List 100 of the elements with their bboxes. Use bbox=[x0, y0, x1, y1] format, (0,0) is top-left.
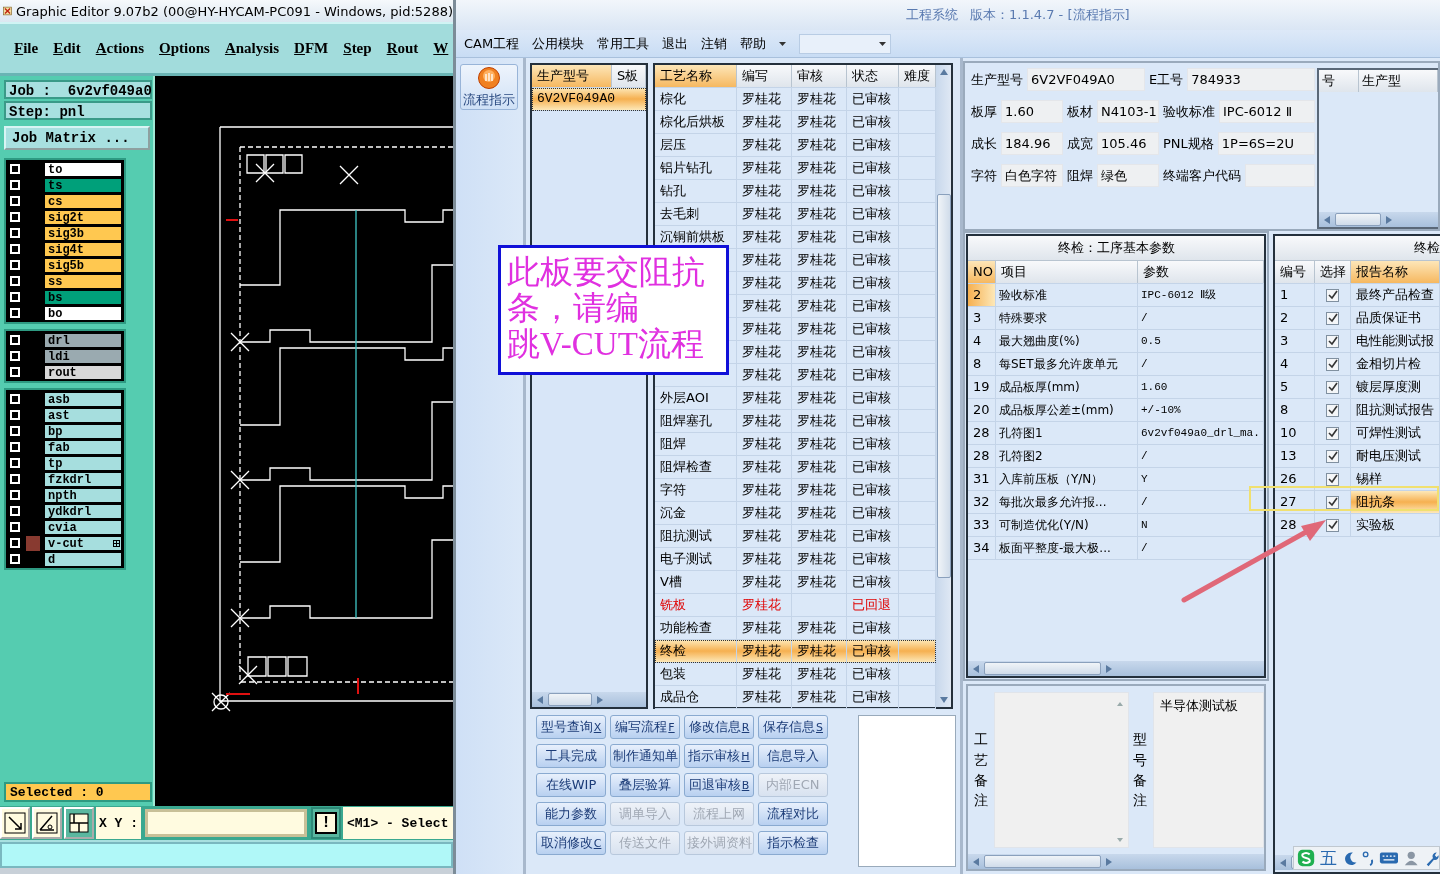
table-row[interactable]: 外层AOI 罗桂花 罗桂花 已审核 bbox=[655, 387, 936, 410]
input-method-toolbar[interactable]: 五 bbox=[1293, 846, 1440, 870]
text-field[interactable]: N4103-1 bbox=[1097, 100, 1159, 123]
menu-item[interactable]: 公用模块 bbox=[532, 34, 585, 53]
table-row[interactable]: 阻焊检查 罗桂花 罗桂花 已审核 bbox=[655, 456, 936, 479]
column-header[interactable]: 生产型 bbox=[1359, 70, 1438, 92]
column-header[interactable]: 难度 bbox=[899, 65, 936, 87]
table-row[interactable]: 层压 罗桂花 罗桂花 已审核 bbox=[655, 134, 936, 157]
action-button[interactable]: 叠层验算 bbox=[610, 773, 680, 797]
text-field[interactable]: 1.60 bbox=[1001, 100, 1063, 123]
coordinate-input-field[interactable] bbox=[145, 809, 307, 837]
checkbox[interactable] bbox=[1326, 380, 1339, 394]
checkbox[interactable] bbox=[1326, 311, 1339, 325]
table-row[interactable]: 电子测试 罗桂花 罗桂花 已审核 bbox=[655, 548, 936, 571]
table-cell[interactable]: 4 bbox=[968, 330, 996, 352]
table-cell[interactable]: 电性能测试报 bbox=[1351, 330, 1440, 352]
column-header[interactable]: 报告名称 bbox=[1351, 261, 1440, 283]
table-row[interactable]: V槽 罗桂花 罗桂花 已审核 bbox=[655, 571, 936, 594]
table-cell[interactable]: 28 bbox=[968, 445, 996, 467]
table-cell[interactable]: 实验板 bbox=[1351, 514, 1440, 536]
table-cell[interactable]: 3 bbox=[968, 307, 996, 329]
column-header[interactable]: NO bbox=[968, 261, 996, 283]
column-header[interactable]: 选择 bbox=[1315, 261, 1351, 283]
scrollbar[interactable] bbox=[1319, 212, 1438, 227]
layer-name[interactable]: to bbox=[44, 161, 122, 177]
table-row[interactable]: 钻孔 罗桂花 罗桂花 已审核 bbox=[655, 180, 936, 203]
flow-guide-button[interactable]: 流程指示 bbox=[460, 64, 518, 110]
column-header[interactable]: 生产型号 bbox=[532, 65, 612, 87]
right-arrow-icon[interactable] bbox=[1105, 856, 1114, 867]
table-cell[interactable]: 镀层厚度测 bbox=[1351, 376, 1440, 398]
table-cell[interactable]: 33 bbox=[968, 514, 996, 536]
left-arrow-icon[interactable] bbox=[972, 856, 980, 867]
menu-item[interactable]: File bbox=[14, 40, 39, 57]
layer-name[interactable]: asb bbox=[44, 391, 122, 407]
table-cell[interactable]: 2 bbox=[968, 284, 996, 306]
column-header[interactable]: 号 bbox=[1319, 70, 1359, 92]
layer-name[interactable]: bo bbox=[44, 305, 122, 321]
menu-item[interactable]: W bbox=[433, 40, 449, 57]
menu-item[interactable]: Edit bbox=[53, 40, 81, 57]
right-arrow-icon[interactable] bbox=[1105, 663, 1114, 674]
input-mode-label[interactable]: 五 bbox=[1320, 846, 1338, 870]
table-cell[interactable]: 8 bbox=[968, 353, 996, 375]
layer-name[interactable]: d bbox=[44, 551, 122, 567]
left-arrow-icon[interactable] bbox=[536, 694, 544, 705]
layer-name[interactable]: fab bbox=[44, 439, 122, 455]
menu-item[interactable]: CAM工程 bbox=[464, 34, 520, 53]
action-button[interactable]: 工具完成 bbox=[536, 744, 606, 768]
table-row[interactable]: 字符 罗桂花 罗桂花 已审核 bbox=[655, 479, 936, 502]
table-cell[interactable]: 最终产品检查 bbox=[1351, 284, 1440, 306]
layer-name[interactable]: ydkdrl bbox=[44, 503, 122, 519]
action-button[interactable]: 能力参数 bbox=[536, 802, 606, 826]
column-header[interactable]: 编号 bbox=[1275, 261, 1315, 283]
text-field[interactable]: 6V2VF049A0 bbox=[1027, 68, 1145, 91]
layer-name[interactable]: bp bbox=[44, 423, 122, 439]
layer-name[interactable]: ldi bbox=[44, 348, 122, 364]
scrollbar[interactable] bbox=[968, 661, 1264, 676]
table-row[interactable]: 包装 罗桂花 罗桂花 已审核 bbox=[655, 663, 936, 686]
table-row[interactable]: 阻焊塞孔 罗桂花 罗桂花 已审核 bbox=[655, 410, 936, 433]
table-row[interactable]: 沉金 罗桂花 罗桂花 已审核 bbox=[655, 502, 936, 525]
checkbox[interactable] bbox=[1326, 518, 1339, 532]
scrollbar[interactable] bbox=[532, 692, 646, 707]
checkbox[interactable] bbox=[1326, 357, 1339, 371]
table-cell[interactable]: 阻抗测试报告 bbox=[1351, 399, 1440, 421]
layer-name[interactable]: sig3b bbox=[44, 225, 122, 241]
table-row[interactable]: 棕化后烘板 罗桂花 罗桂花 已审核 bbox=[655, 111, 936, 134]
layer-name[interactable]: drl bbox=[44, 332, 122, 348]
layer-name[interactable]: ss bbox=[44, 273, 122, 289]
layer-name[interactable]: sig2t bbox=[44, 209, 122, 225]
text-field[interactable]: 白色字符 bbox=[1001, 164, 1063, 187]
layer-name[interactable]: sig4t bbox=[44, 241, 122, 257]
action-button[interactable]: 修改信息R bbox=[684, 715, 754, 739]
table-cell[interactable]: 28 bbox=[968, 422, 996, 444]
action-button[interactable]: 流程对比 bbox=[758, 802, 828, 826]
checkbox[interactable] bbox=[1326, 334, 1339, 348]
table-row[interactable]: 成品仓 罗桂花 罗桂花 已审核 bbox=[655, 686, 936, 709]
layer-name[interactable]: rout bbox=[44, 364, 122, 380]
scrollbar[interactable] bbox=[936, 65, 951, 707]
action-button[interactable]: 信息导入 bbox=[758, 744, 828, 768]
text-field[interactable]: 1P=6S=2U bbox=[1217, 132, 1315, 155]
table-row[interactable]: 去毛刺 罗桂花 罗桂花 已审核 bbox=[655, 203, 936, 226]
checkbox[interactable] bbox=[1326, 495, 1339, 509]
text-field[interactable]: IPC-6012 Ⅱ bbox=[1219, 100, 1315, 123]
layer-name[interactable]: ast bbox=[44, 407, 122, 423]
table-row[interactable]: 阻焊 罗桂花 罗桂花 已审核 bbox=[655, 433, 936, 456]
table-cell[interactable]: 34 bbox=[968, 537, 996, 559]
table-cell[interactable]: 品质保证书 bbox=[1351, 307, 1440, 329]
action-button[interactable]: 回退审核B bbox=[684, 773, 754, 797]
left-arrow-icon[interactable] bbox=[1323, 214, 1331, 225]
table-row[interactable]: 6V2VF049A0 bbox=[532, 88, 646, 111]
menu-item[interactable]: DFM bbox=[294, 40, 329, 57]
menu-item[interactable]: Options bbox=[159, 40, 210, 57]
alert-button[interactable]: ! bbox=[311, 807, 341, 839]
menu-item[interactable]: 退出 bbox=[662, 34, 689, 53]
action-button[interactable]: 型号查询X bbox=[536, 715, 606, 739]
action-button[interactable]: 编写流程F bbox=[610, 715, 680, 739]
column-header[interactable]: 编写 bbox=[737, 65, 792, 87]
table-row[interactable]: 铣板 罗桂花 已回退 bbox=[655, 594, 936, 617]
text-field[interactable]: 784933 bbox=[1187, 68, 1315, 91]
table-cell[interactable]: 20 bbox=[968, 399, 996, 421]
layer-name[interactable]: cvia bbox=[44, 519, 122, 535]
